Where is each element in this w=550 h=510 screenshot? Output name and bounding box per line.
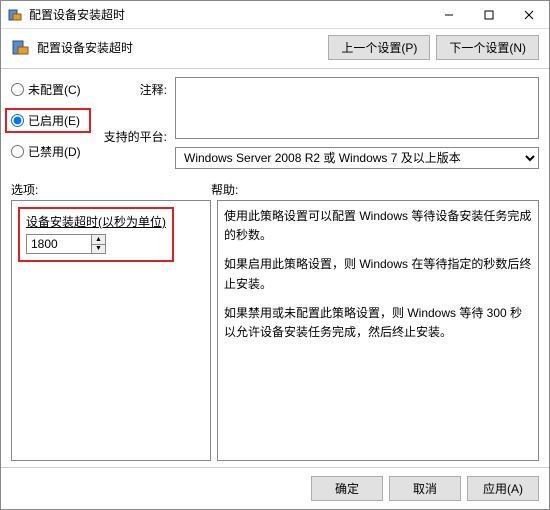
window-controls (429, 1, 549, 28)
help-heading: 帮助: (211, 181, 539, 198)
help-text: 如果启用此策略设置，则 Windows 在等待指定的秒数后终止安装。 (224, 255, 532, 293)
window-title: 配置设备安装超时 (29, 6, 429, 23)
spin-up-button[interactable]: ▲ (92, 235, 105, 245)
footer: 确定 取消 应用(A) (1, 467, 549, 509)
app-icon (7, 7, 23, 23)
main-area: 设备安装超时(以秒为单位) ▲ ▼ 使用此策略设置可以配置 Windows 等待… (1, 200, 549, 467)
policy-icon (11, 38, 31, 58)
cancel-button[interactable]: 取消 (389, 476, 461, 501)
radio-disabled[interactable]: 已禁用(D) (11, 143, 91, 160)
timeout-spinner[interactable]: ▲ ▼ (26, 234, 106, 254)
option-highlight: 设备安装超时(以秒为单位) ▲ ▼ (18, 207, 174, 262)
policy-title: 配置设备安装超时 (37, 39, 328, 56)
timeout-label: 设备安装超时(以秒为单位) (26, 213, 166, 230)
options-heading: 选项: (11, 181, 211, 198)
mid-labels: 选项: 帮助: (1, 175, 549, 200)
help-text: 如果禁用或未配置此策略设置，则 Windows 等待 300 秒以允许设备安装任… (224, 304, 532, 342)
radio-enabled-label: 已启用(E) (28, 112, 80, 129)
timeout-input[interactable] (27, 235, 91, 253)
radio-not-configured-input[interactable] (11, 83, 24, 96)
platform-select[interactable]: Windows Server 2008 R2 或 Windows 7 及以上版本 (175, 147, 539, 169)
options-pane: 设备安装超时(以秒为单位) ▲ ▼ (11, 200, 211, 461)
help-pane: 使用此策略设置可以配置 Windows 等待设备安装任务完成的秒数。 如果启用此… (217, 200, 539, 461)
config-area: 未配置(C) 已启用(E) 已禁用(D) 注释: 支持的平台: Windows … (1, 69, 549, 175)
comment-label: 注释: (99, 81, 167, 98)
close-button[interactable] (509, 1, 549, 28)
radio-disabled-label: 已禁用(D) (28, 143, 81, 160)
comment-textarea[interactable] (175, 77, 539, 139)
radio-not-configured-label: 未配置(C) (28, 81, 81, 98)
prev-setting-button[interactable]: 上一个设置(P) (328, 35, 430, 60)
maximize-button[interactable] (469, 1, 509, 28)
minimize-button[interactable] (429, 1, 469, 28)
titlebar: 配置设备安装超时 (1, 1, 549, 29)
radio-enabled-input[interactable] (11, 114, 24, 127)
help-text: 使用此策略设置可以配置 Windows 等待设备安装任务完成的秒数。 (224, 207, 532, 245)
apply-button[interactable]: 应用(A) (467, 476, 539, 501)
next-setting-button[interactable]: 下一个设置(N) (436, 35, 539, 60)
ok-button[interactable]: 确定 (311, 476, 383, 501)
platform-label: 支持的平台: (99, 128, 167, 145)
radio-not-configured[interactable]: 未配置(C) (11, 81, 91, 98)
spin-down-button[interactable]: ▼ (92, 245, 105, 254)
radio-disabled-input[interactable] (11, 145, 24, 158)
radio-enabled[interactable]: 已启用(E) (5, 108, 91, 133)
header-row: 配置设备安装超时 上一个设置(P) 下一个设置(N) (1, 29, 549, 69)
window: 配置设备安装超时 配置设备安装超时 上一个设置(P) 下一个设置(N) (0, 0, 550, 510)
